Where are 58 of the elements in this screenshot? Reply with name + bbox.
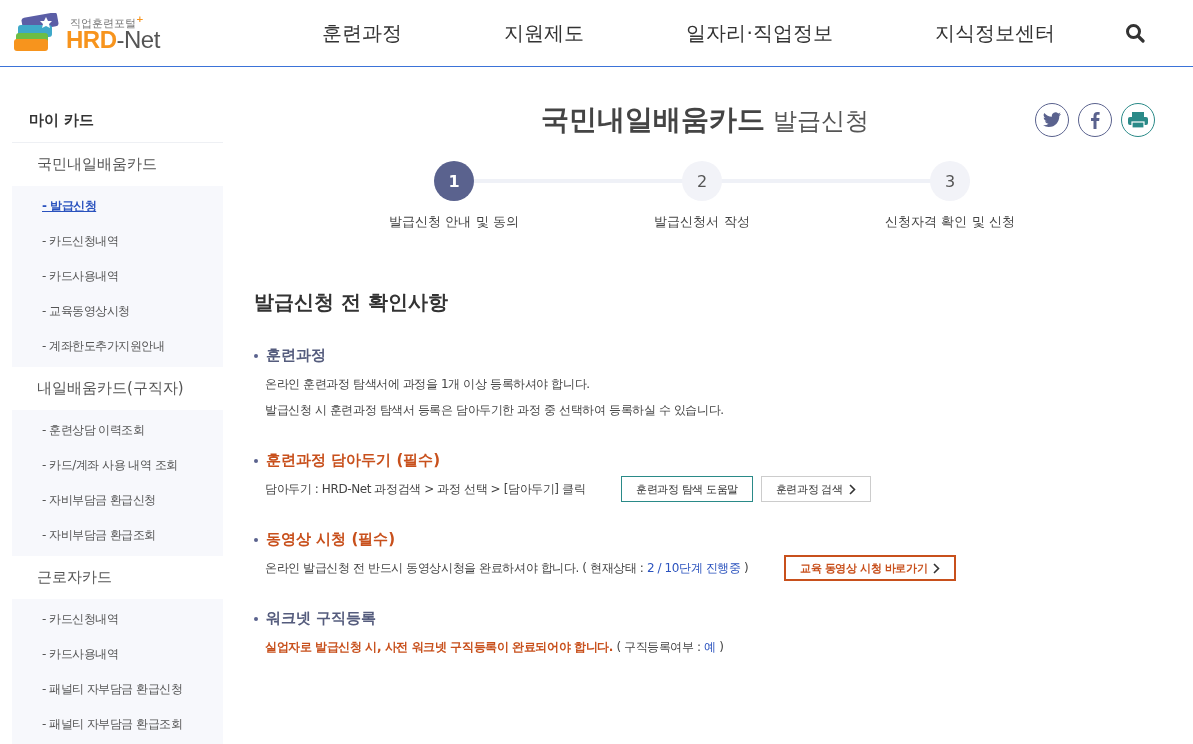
search-icon [1125,23,1145,43]
description-text: 온라인 훈련과정 탐색서에 과정을 1개 이상 등록하셔야 합니다. [265,376,590,393]
link-button[interactable]: 훈련과정 탐색 도움말 [621,476,753,502]
description-text: 발급신청 시 훈련과정 탐색서 등록은 담아두기한 과정 중 선택하여 등록하실 수 있습니다. [265,402,724,419]
item-title: 동영상 시청 (필수) [266,530,396,549]
sidebar-item[interactable]: - 패널티 자부담금 환급신청 [12,672,223,707]
bullet-icon [254,616,258,621]
sidebar-item[interactable]: - 카드사용내역 [12,637,223,672]
sidebar-group-heading[interactable]: 국민내일배움카드 [12,143,223,186]
step-indicator: 1 [434,161,474,201]
item-title: 워크넷 구직등록 [266,609,377,628]
page-subtitle: 발급신청 [772,107,869,135]
nav-link[interactable]: 지식정보센터 [934,19,1055,47]
twitter-button[interactable] [1035,103,1069,137]
sidebar-title: 마이 카드 [12,99,223,143]
chevron-icon [933,562,941,574]
step-indicator: 2 [682,161,722,201]
sidebar-group-heading[interactable]: 내일배움카드(구직자) [12,367,223,410]
page-title: 국민내일배움카드 [540,103,765,136]
sidebar-group-heading[interactable]: 근로자카드 [12,556,223,599]
facebook-button[interactable] [1078,103,1112,137]
printer-icon [1128,111,1148,129]
nav-link[interactable]: 일자리·직업정보 [686,19,833,47]
bullet-icon [254,537,258,542]
sidebar-item[interactable]: - 계좌한도추가지원안내 [12,329,223,364]
sidebar-item[interactable]: - 교육동영상시청 [12,294,223,329]
chevron-icon [848,483,856,495]
description-text: 실업자로 발급신청 시, 사전 워크넷 구직등록이 완료되어야 합니다. ( 구직등록여부 : 예 ) [265,639,724,656]
step-label: 발급신청서 작성 [654,213,750,231]
brand-name[interactable]: HRD-Net [66,28,160,53]
bird-icon [1043,112,1061,128]
link-button[interactable]: 훈련과정 검색 [760,476,871,502]
description-text: 온라인 발급신청 전 반드시 동영상시청을 완료하셔야 합니다. ( 현재상태 : 2 / 10단계 진행중 ) [265,560,749,577]
link-button[interactable]: 교육 동영상 시청 바로가기 [784,555,957,581]
nav-link[interactable]: 훈련과정 [322,19,402,47]
sidebar-item[interactable]: - 카드신청내역 [12,602,223,637]
step-label: 발급신청 안내 및 동의 [389,213,519,231]
search-button[interactable] [1125,23,1145,43]
sidebar-item[interactable]: - 카드사용내역 [12,259,223,294]
letter-f-icon [1090,111,1100,129]
sidebar-item[interactable]: - 발급신청 [12,189,223,224]
item-title: 훈련과정 [266,346,326,365]
item-title: 훈련과정 담아두기 (필수) [266,451,441,470]
nav-link[interactable]: 지원제도 [504,19,585,47]
bullet-icon [254,353,258,358]
sidebar-item[interactable]: - 패널티 자부담금 환급조회 [12,707,223,742]
print-button[interactable] [1121,103,1155,137]
sidebar-item[interactable]: - 카드신청내역 [12,224,223,259]
sidebar-item[interactable]: - 자비부담금 환급조회 [12,518,223,553]
sidebar-item[interactable]: - 훈련상담 이력조회 [12,413,223,448]
sidebar-item[interactable]: - 자비부담금 환급신청 [12,483,223,518]
step-label: 신청자격 확인 및 신청 [885,213,1015,231]
step-indicator: 3 [930,161,970,201]
sidebar-item[interactable]: - 카드/계좌 사용 내역 조회 [12,448,223,483]
section-heading: 발급신청 전 확인사항 [254,289,449,316]
portal-tagline: 직업훈련포털$^{+}$ [70,13,145,29]
description-text: 담아두기 : HRD-Net 과정검색 > 과정 선택 > [담아두기] 클릭 [265,481,586,498]
bullet-icon [254,458,258,463]
